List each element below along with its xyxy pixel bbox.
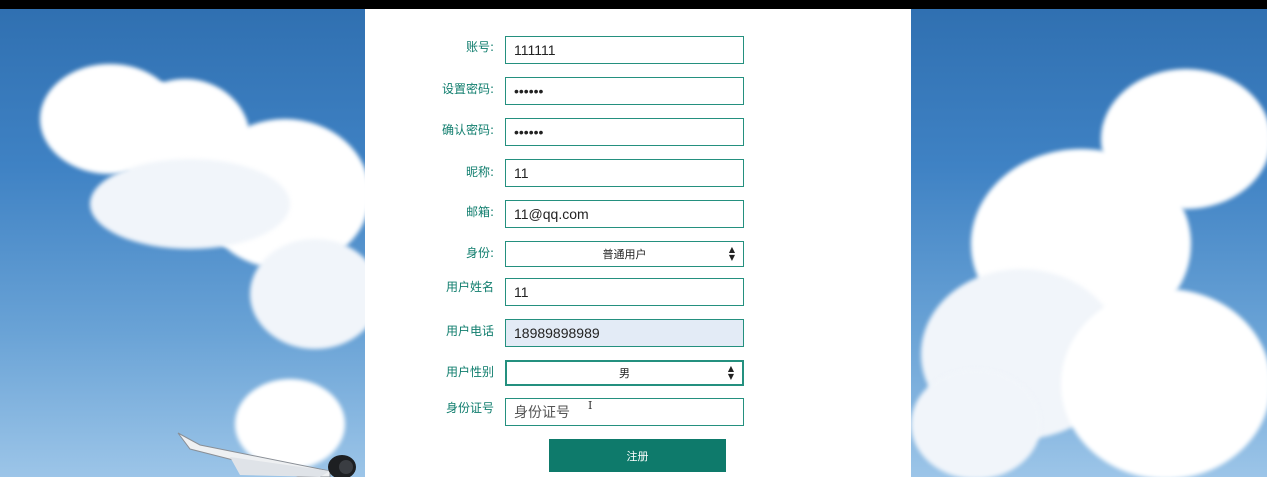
user-name-label: 用户姓名	[445, 280, 494, 294]
email-input[interactable]	[505, 200, 744, 228]
user-gender-label: 用户性别	[445, 365, 494, 379]
gender-select[interactable]: 男 ▲ ▼	[505, 360, 744, 386]
role-label: 身份:	[465, 246, 494, 260]
confirm-password-row: 确认密码:	[365, 118, 911, 150]
role-select[interactable]: 普通用户 ▲ ▼	[505, 241, 744, 267]
role-selected-value: 普通用户	[602, 248, 647, 261]
register-button[interactable]: 注册	[549, 439, 726, 472]
top-black-bar	[0, 0, 1267, 9]
user-name-input[interactable]	[505, 278, 744, 306]
register-form-panel: 账号: 设置密码: 确认密码: 昵称: 邮箱: 身份: 普通用户 ▲▼ 用户姓名…	[365, 9, 911, 477]
user-gender-row: 用户性别 男 ▲ ▼	[365, 360, 911, 392]
nickname-input[interactable]	[505, 159, 744, 187]
account-input[interactable]	[505, 36, 744, 64]
user-phone-label: 用户电话	[445, 324, 494, 338]
password-label: 设置密码:	[441, 82, 494, 96]
account-label: 账号:	[465, 40, 494, 54]
background-sky-right	[911, 9, 1267, 477]
id-number-label: 身份证号	[445, 401, 494, 415]
confirm-password-label: 确认密码:	[441, 123, 494, 137]
password-input[interactable]	[505, 77, 744, 105]
confirm-password-input[interactable]	[505, 118, 744, 146]
text-cursor-icon: I	[588, 399, 593, 412]
email-row: 邮箱:	[365, 200, 911, 232]
user-phone-input[interactable]	[505, 319, 744, 347]
gender-selected-value: 男	[619, 367, 630, 380]
role-row: 身份: 普通用户 ▲ ▼	[365, 241, 911, 273]
nickname-label: 昵称:	[465, 165, 494, 179]
password-row: 设置密码:	[365, 77, 911, 109]
user-phone-row: 用户电话	[365, 319, 911, 351]
nickname-row: 昵称:	[365, 159, 911, 191]
background-sky-left	[0, 9, 365, 477]
account-row: 账号:	[365, 36, 911, 68]
id-number-row: 身份证号 I	[365, 398, 911, 430]
select-arrows-icon: ▲ ▼	[728, 245, 735, 262]
user-name-row: 用户姓名	[365, 278, 911, 310]
id-number-input[interactable]	[505, 398, 744, 426]
select-arrows-icon: ▲ ▼	[727, 364, 734, 381]
airplane-icon	[177, 432, 356, 477]
email-label: 邮箱:	[465, 205, 494, 219]
